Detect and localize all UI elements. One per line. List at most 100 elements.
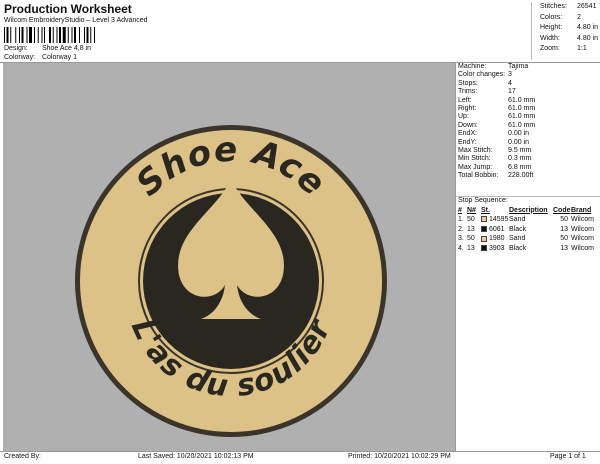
row-index: 2. [458, 225, 464, 233]
stat-row: Min Stitch: 0.3 mm [458, 155, 598, 163]
page-title: Production Worksheet [4, 2, 132, 16]
table-header-row: # N# St. Description Code Brand [458, 206, 598, 215]
row-brand: Wilcom [571, 245, 594, 253]
stat-value: 9.5 mm [508, 146, 532, 154]
colorway-value: Colorway 1 [41, 54, 77, 61]
col-index: # [458, 206, 462, 214]
stat-row: Color changes: 3 [458, 71, 598, 79]
colorway-row: Colorway: Colorway 1 [4, 54, 77, 61]
table-row: 4. 13 3903 Black 13 Wilcom [458, 244, 598, 254]
stat-row: EndY: 0.00 in [458, 139, 598, 147]
stat-value: 228.00ft [508, 172, 534, 180]
row-stitch-count: 14595 [488, 216, 509, 224]
table-row: 1. 50 14595 Sand 50 Wilcom [458, 215, 598, 225]
row-needle: 13 [467, 225, 475, 233]
header-stat-width: Width: 4.80 in [532, 34, 599, 45]
header-stat-stitches: Stitches: 26541 [532, 2, 599, 13]
row-index: 4. [458, 245, 464, 253]
row-code: 13 [560, 245, 568, 253]
stat-row: Max Stitch: 9.5 mm [458, 147, 598, 155]
row-description: Sand [509, 216, 526, 224]
row-brand: Wilcom [571, 216, 594, 224]
col-stitches: St. [481, 206, 490, 214]
row-description: Black [509, 225, 527, 233]
col-needle: N# [467, 206, 476, 214]
stat-row: Left: 61.0 mm [458, 97, 598, 105]
color-swatch [481, 226, 487, 233]
stat-label: Up: [458, 113, 469, 121]
row-stitch-count: 3903 [488, 245, 505, 253]
stop-sequence-title: Stop Sequence: [458, 197, 508, 204]
col-brand: Brand [571, 206, 592, 214]
stat-label: EndY: [458, 138, 477, 146]
row-needle: 50 [467, 235, 475, 243]
header-stat-label: Zoom: [540, 45, 560, 52]
stop-sequence-table: # N# St. Description Code Brand 1. 50 145… [458, 206, 598, 253]
row-brand: Wilcom [571, 235, 594, 243]
footer-divider [0, 451, 600, 452]
stat-value: 61.0 mm [508, 113, 536, 121]
header-stats-panel: Stitches: 26541 Colors: 2 Height: 4.80 in W… [531, 2, 599, 60]
stat-label: Right: [458, 104, 477, 112]
page-number: Page 1 of 1 [550, 453, 586, 460]
stat-row: Down: 61.0 mm [458, 122, 598, 130]
stat-label: Machine: [458, 63, 487, 70]
design-row: Design: Shoe Ace 4,8 in [4, 45, 91, 52]
header-stat-value: 4.80 in [577, 24, 599, 31]
stat-label: Down: [458, 121, 478, 129]
footer: Created By: Last Saved: 10/20/2021 10:02… [0, 453, 600, 464]
row-index: 3. [458, 235, 464, 243]
stat-label: Min Stitch: [458, 155, 491, 163]
stat-label: Total Bobbin: [458, 172, 499, 180]
stat-row: Up: 61.0 mm [458, 113, 598, 121]
stat-label: Max Stitch: [458, 146, 493, 154]
stat-label: Color changes: [458, 71, 506, 79]
row-stitch-count: 1980 [488, 235, 505, 243]
last-saved: Last Saved: 10/20/2021 10:02:13 PM [138, 453, 254, 460]
stat-row: Machine: Tajima [458, 63, 598, 71]
row-stitches: 3903 [481, 244, 509, 254]
stat-label: Trims: [458, 88, 478, 96]
table-row: 2. 13 6061 Black 13 Wilcom [458, 225, 598, 235]
stat-value: 4 [508, 79, 512, 87]
stat-value: 61.0 mm [508, 121, 536, 129]
color-swatch [481, 216, 487, 223]
header-stat-label: Height: [540, 24, 563, 31]
color-swatch [481, 245, 487, 252]
stat-value: 61.0 mm [508, 96, 536, 104]
row-index: 1. [458, 216, 464, 224]
stat-value: 3 [508, 71, 512, 79]
stat-value: Tajima [508, 63, 529, 70]
row-needle: 50 [467, 216, 475, 224]
stat-row: Total Bobbin: 228.00ft [458, 172, 598, 180]
row-code: 50 [560, 235, 568, 243]
printed-date: Printed: 10/20/2021 10:02:29 PM [348, 453, 451, 460]
row-code: 50 [560, 216, 568, 224]
stat-label: Left: [458, 96, 472, 104]
embroidery-design: Shoe Ace L'as du soulier [75, 125, 387, 437]
row-stitches: 1980 [481, 234, 509, 244]
barcode-image [4, 27, 95, 43]
stat-value: 6.8 mm [508, 163, 532, 171]
header-stat-value: 26541 [577, 3, 597, 10]
header-stat-label: Width: [540, 34, 560, 42]
machine-stats-panel: Machine: Tajima Color changes: 3 Stops: 4 Trim… [458, 63, 598, 180]
header-stat-value: 2 [577, 13, 581, 21]
row-stitches: 6061 [481, 225, 509, 235]
row-description: Black [509, 245, 527, 253]
stat-row: Right: 61.0 mm [458, 105, 598, 113]
stat-row: Trims: 17 [458, 88, 598, 96]
stat-value: 0.00 in [508, 130, 530, 138]
table-row: 3. 50 1980 Sand 50 Wilcom [458, 234, 598, 244]
row-needle: 13 [467, 245, 475, 253]
stat-value: 0.3 mm [508, 155, 532, 163]
header-stat-label: Colors: [540, 13, 563, 21]
created-by: Created By: [4, 453, 41, 460]
header-stat-label: Stitches: [540, 3, 567, 10]
header-stat-colors: Colors: 2 [532, 13, 599, 24]
header-stat-height: Height: 4.80 in [532, 23, 599, 34]
design-label: Design: [4, 45, 28, 52]
stat-value: 17 [508, 88, 516, 96]
row-stitches: 14595 [481, 215, 509, 225]
color-swatch [481, 235, 487, 242]
